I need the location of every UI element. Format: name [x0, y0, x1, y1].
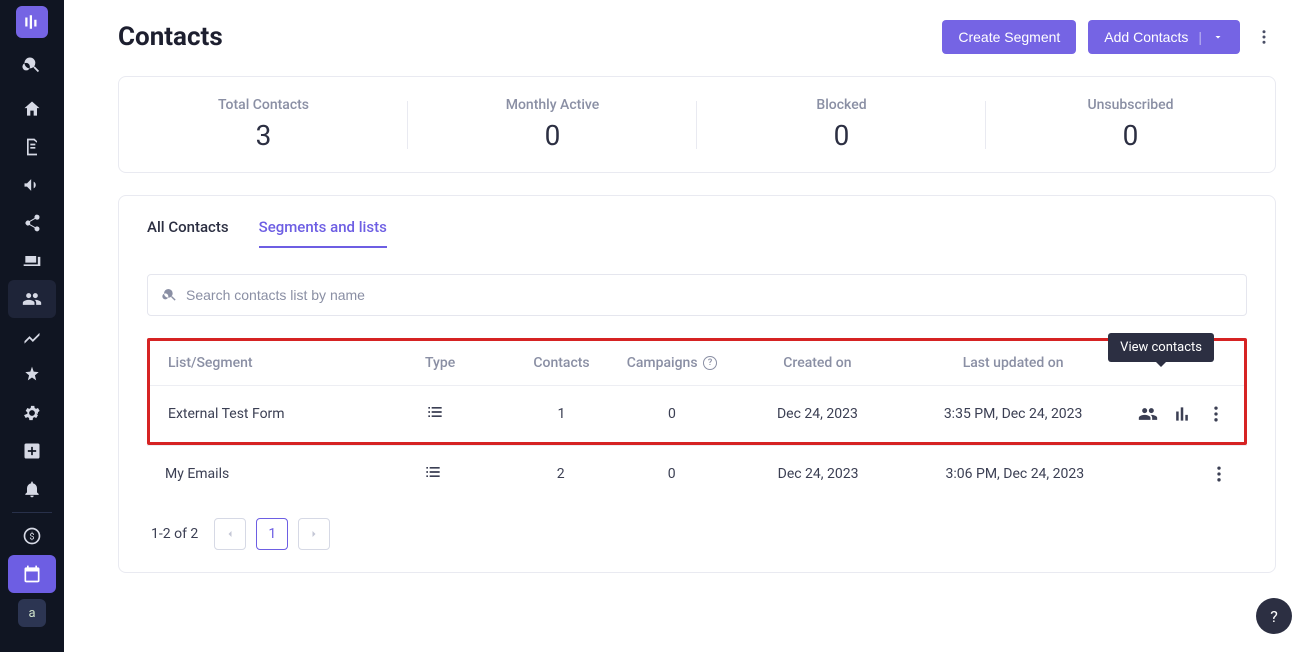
help-fab[interactable]: ? — [1256, 598, 1292, 634]
list-icon — [425, 402, 445, 422]
stat-label: Unsubscribed — [986, 97, 1275, 113]
pager-summary: 1-2 of 2 — [151, 526, 198, 542]
cell-actions — [1124, 386, 1244, 443]
help-icon[interactable]: ? — [703, 356, 717, 370]
nav-devices[interactable] — [8, 242, 56, 280]
pager-page-1[interactable]: 1 — [256, 518, 288, 550]
col-header-created: Created on — [732, 341, 903, 386]
nav-home[interactable] — [8, 90, 56, 128]
sidebar-divider — [12, 512, 52, 513]
nav-campaigns[interactable] — [8, 166, 56, 204]
table-row[interactable]: External Test Form 1 0 Dec 24, 2023 3:35… — [150, 386, 1244, 443]
stat-value: 0 — [697, 119, 986, 152]
stat-label: Blocked — [697, 97, 986, 113]
button-separator: | — [1198, 29, 1202, 45]
stat-label: Monthly Active — [408, 97, 697, 113]
main-content: Contacts Create Segment Add Contacts | T… — [64, 0, 1312, 652]
cell-campaigns: 0 — [611, 446, 732, 503]
chevron-right-icon — [308, 528, 320, 540]
page-more-button[interactable] — [1252, 21, 1276, 53]
stats-card: Total Contacts 3 Monthly Active 0 Blocke… — [118, 76, 1276, 173]
svg-text:$: $ — [29, 531, 34, 542]
stat-blocked: Blocked 0 — [697, 97, 986, 152]
list-icon — [423, 462, 443, 482]
chevron-left-icon — [224, 528, 236, 540]
create-segment-button[interactable]: Create Segment — [942, 20, 1076, 54]
pager-prev-button[interactable] — [214, 518, 246, 550]
cell-created: Dec 24, 2023 — [732, 446, 904, 503]
cell-created: Dec 24, 2023 — [732, 386, 903, 443]
col-header-name: List/Segment — [150, 341, 421, 386]
col-header-contacts: Contacts — [511, 341, 611, 386]
search-input[interactable] — [186, 287, 1232, 303]
footer-background — [64, 614, 1312, 652]
nav-contacts[interactable] — [8, 280, 56, 318]
nav-settings[interactable] — [8, 394, 56, 432]
stat-monthly-active: Monthly Active 0 — [408, 97, 697, 152]
row-more-icon[interactable] — [1206, 404, 1226, 424]
tab-segments-lists[interactable]: Segments and lists — [259, 218, 387, 248]
nav-billing[interactable]: $ — [8, 517, 56, 555]
stat-value: 3 — [119, 119, 408, 152]
col-header-updated: Last updated on — [903, 341, 1124, 386]
segments-table-continued: My Emails 2 0 Dec 24, 2023 3:06 PM, Dec … — [147, 445, 1247, 502]
tab-all-contacts[interactable]: All Contacts — [147, 218, 229, 248]
search-icon — [162, 287, 178, 303]
table-row[interactable]: My Emails 2 0 Dec 24, 2023 3:06 PM, Dec … — [147, 446, 1247, 503]
add-contacts-button[interactable]: Add Contacts | — [1088, 20, 1240, 54]
analytics-icon[interactable] — [1172, 404, 1192, 424]
cell-contacts: 2 — [510, 446, 611, 503]
cell-type — [421, 386, 511, 443]
col-header-type: Type — [421, 341, 511, 386]
more-vert-icon — [1255, 28, 1273, 46]
cell-contacts: 1 — [511, 386, 611, 443]
pager-next-button[interactable] — [298, 518, 330, 550]
question-icon: ? — [1270, 607, 1278, 626]
cell-campaigns: 0 — [612, 386, 732, 443]
nav-templates[interactable] — [8, 128, 56, 166]
highlight-annotation: List/Segment Type Contacts Campaigns ? C… — [147, 338, 1247, 445]
nav-apps[interactable] — [8, 432, 56, 470]
cell-updated: 3:06 PM, Dec 24, 2023 — [904, 446, 1126, 503]
cell-type — [419, 446, 510, 503]
cell-name: External Test Form — [150, 386, 421, 443]
nav-calendar[interactable] — [8, 555, 56, 593]
sidebar-search-button[interactable] — [8, 46, 56, 84]
page-header: Contacts Create Segment Add Contacts | — [118, 20, 1276, 54]
add-contacts-label: Add Contacts — [1104, 29, 1188, 45]
tooltip-view-contacts: View contacts — [1108, 333, 1214, 362]
sidebar: $ a — [0, 0, 64, 652]
page-title: Contacts — [118, 22, 223, 52]
user-avatar-badge[interactable]: a — [18, 599, 46, 627]
nav-automation[interactable] — [8, 356, 56, 394]
view-contacts-icon[interactable] — [1138, 404, 1158, 424]
pager: 1-2 of 2 1 — [147, 518, 1247, 550]
stat-value: 0 — [408, 119, 697, 152]
cell-name: My Emails — [147, 446, 419, 503]
nav-notifications[interactable] — [8, 470, 56, 508]
stat-value: 0 — [986, 119, 1275, 152]
chevron-down-icon — [1212, 31, 1224, 43]
stat-unsubscribed: Unsubscribed 0 — [986, 97, 1275, 152]
stat-label: Total Contacts — [119, 97, 408, 113]
col-header-campaigns: Campaigns ? — [612, 341, 732, 386]
app-logo[interactable] — [16, 6, 48, 38]
nav-analytics[interactable] — [8, 318, 56, 356]
row-more-icon[interactable] — [1209, 464, 1229, 484]
search-box[interactable] — [147, 274, 1247, 316]
tabs: All Contacts Segments and lists — [147, 218, 1247, 248]
nav-share[interactable] — [8, 204, 56, 242]
cell-updated: 3:35 PM, Dec 24, 2023 — [903, 386, 1124, 443]
cell-actions — [1126, 446, 1247, 503]
header-actions: Create Segment Add Contacts | — [942, 20, 1276, 54]
stat-total-contacts: Total Contacts 3 — [119, 97, 408, 152]
segments-card: All Contacts Segments and lists List/Seg… — [118, 195, 1276, 573]
segments-table: List/Segment Type Contacts Campaigns ? C… — [150, 341, 1244, 442]
avatar-letter: a — [28, 606, 35, 621]
